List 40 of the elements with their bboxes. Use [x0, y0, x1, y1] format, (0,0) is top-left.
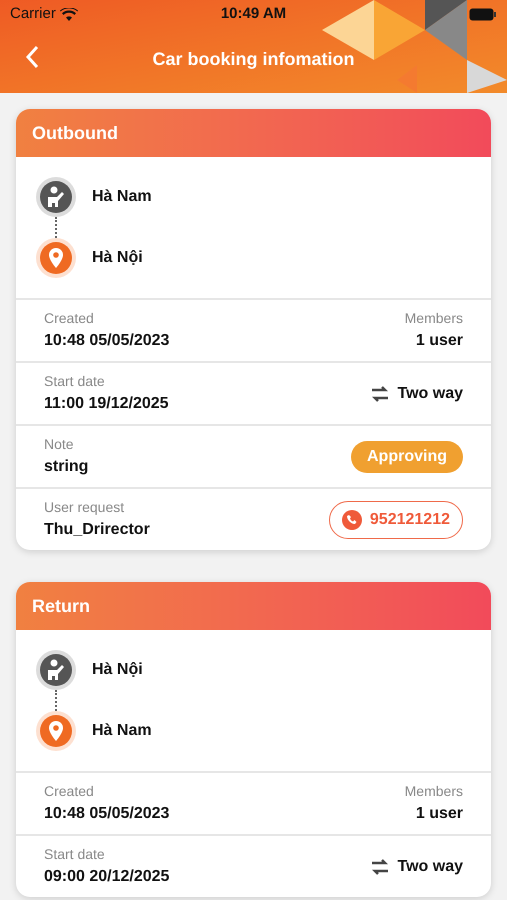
- field-label: Members: [404, 782, 463, 801]
- back-icon: [24, 44, 40, 70]
- phone-button[interactable]: 952121212: [328, 500, 463, 538]
- field-value: Thu_Drirector: [44, 520, 150, 540]
- battery-icon: [469, 8, 497, 20]
- field-label: Members: [404, 309, 463, 328]
- place-name: Hà Nam: [92, 721, 152, 741]
- field-value: 10:48 05/05/2023: [44, 804, 170, 824]
- field-value: 10:48 05/05/2023: [44, 331, 170, 351]
- trip-type: Two way: [398, 856, 463, 876]
- field-label: User request: [44, 498, 126, 517]
- location-pin-icon: [36, 238, 76, 278]
- carrier-name: Carrier: [10, 4, 56, 24]
- field-value: 11:00 19/12/2025: [44, 394, 169, 414]
- clock-time: 10:49 AM: [220, 4, 286, 24]
- field-label: Start date: [44, 372, 106, 391]
- status-badge: Approving: [351, 440, 463, 472]
- back-button[interactable]: [24, 44, 40, 70]
- person-pointing-icon: [36, 177, 76, 217]
- place-name: Hà Nam: [92, 187, 152, 207]
- field-label: Created: [44, 782, 95, 801]
- phone-icon: [342, 510, 362, 530]
- field-value: string: [44, 457, 88, 477]
- swap-arrows-icon: [370, 858, 390, 876]
- field-value: 1 user: [416, 804, 463, 824]
- field-label: Created: [44, 309, 95, 328]
- card-title: Return: [32, 594, 90, 618]
- trip-type: Two way: [398, 384, 463, 404]
- swap-arrows-icon: [370, 384, 390, 402]
- place-name: Hà Nội: [92, 248, 143, 268]
- card-title: Outbound: [32, 122, 118, 144]
- field-label: Start date: [44, 845, 106, 864]
- wifi-icon: [60, 8, 78, 20]
- field-label: Note: [44, 435, 75, 454]
- place-name: Hà Nội: [92, 660, 143, 680]
- person-pointing-icon: [36, 650, 76, 690]
- field-value: 1 user: [416, 331, 463, 351]
- page-title: Car booking infomation: [152, 48, 354, 71]
- field-value: 09:00 20/12/2025: [44, 867, 170, 887]
- location-pin-icon: [36, 711, 76, 751]
